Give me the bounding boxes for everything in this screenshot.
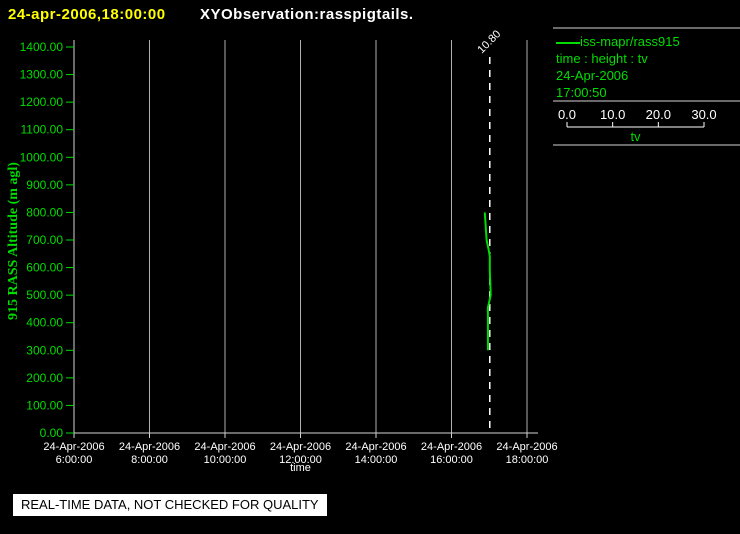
y-tick-label: 0.00 xyxy=(40,426,64,440)
y-tick-label: 1400.00 xyxy=(20,40,64,54)
y-tick-label: 500.00 xyxy=(26,288,63,302)
x-tick-date-label: 24-Apr-2006 xyxy=(345,441,406,453)
x-tick-date-label: 24-Apr-2006 xyxy=(421,441,482,453)
x-tick-date-label: 24-Apr-2006 xyxy=(43,441,104,453)
x-tick-time-label: 16:00:00 xyxy=(430,454,473,466)
y-tick-label: 1200.00 xyxy=(20,95,64,109)
legend-time: 17:00:50 xyxy=(556,85,607,100)
quality-banner: REAL-TIME DATA, NOT CHECKED FOR QUALITY xyxy=(13,494,327,516)
cursor-value-label: 10.80 xyxy=(475,28,503,56)
y-tick-label: 900.00 xyxy=(26,178,63,192)
x-tick-date-label: 24-Apr-2006 xyxy=(119,441,180,453)
x-tick-time-label: 10:00:00 xyxy=(204,454,247,466)
app-window: 24-Apr-2006 6:00:00 24-Apr-2006 8:00:00 24-A… xyxy=(0,0,740,534)
tv-axis-title: tv xyxy=(630,129,641,144)
y-tick-label: 800.00 xyxy=(26,205,63,219)
header-datetime: 24-apr-2006,18:00:00 xyxy=(8,6,166,23)
y-tick-label: 1300.00 xyxy=(20,68,64,82)
y-tick-label: 300.00 xyxy=(26,343,63,357)
x-tick-time-label: 18:00:00 xyxy=(506,454,549,466)
x-tick-time-label: 6:00:00 xyxy=(56,454,93,466)
tv-tick-label: 0.0 xyxy=(558,107,576,122)
x-tick-date-label: 24-Apr-2006 xyxy=(270,441,331,453)
y-tick-label: 1100.00 xyxy=(21,123,64,137)
legend-relation: time : height : tv xyxy=(556,51,648,66)
y-tick-label: 700.00 xyxy=(26,233,63,247)
tv-tick-label: 20.0 xyxy=(646,107,671,122)
x-tick-date-label: 24-Apr-2006 xyxy=(194,441,255,453)
y-axis-label: 915 RASS Altitude (m agl) xyxy=(6,162,21,320)
tv-tick-label: 10.0 xyxy=(600,107,625,122)
x-tick-time-label: 14:00:00 xyxy=(355,454,398,466)
y-tick-label: 200.00 xyxy=(26,371,63,385)
x-tick-date-label: 24-Apr-2006 xyxy=(496,441,557,453)
tv-tick-label: 30.0 xyxy=(691,107,716,122)
legend-series-name: iss-mapr/rass915 xyxy=(580,34,680,49)
page-title: XYObservation:rasspigtails. xyxy=(200,6,414,23)
y-tick-label: 100.00 xyxy=(26,398,63,412)
x-tick-time-label: 8:00:00 xyxy=(131,454,168,466)
x-axis-title: time xyxy=(290,462,311,474)
legend-panel: iss-mapr/rass915 time : height : tv 24-A… xyxy=(556,33,680,101)
legend-date: 24-Apr-2006 xyxy=(556,68,629,83)
y-tick-label: 1000.00 xyxy=(20,150,64,164)
legend-line-sample-icon xyxy=(556,41,580,44)
y-tick-label: 400.00 xyxy=(26,316,63,330)
profile-trace xyxy=(483,212,492,351)
y-tick-label: 600.00 xyxy=(26,261,63,275)
legend-series-row: iss-mapr/rass915 xyxy=(556,33,680,50)
